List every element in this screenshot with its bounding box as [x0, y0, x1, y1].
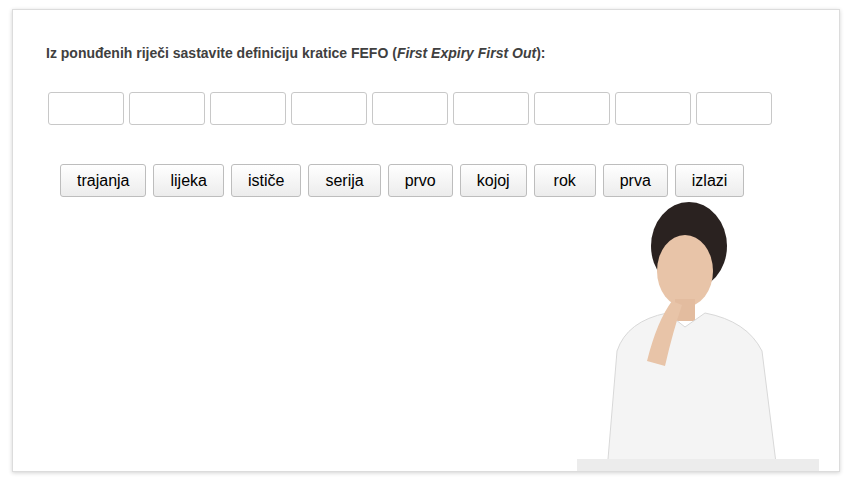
- word-button[interactable]: kojoj: [460, 164, 527, 197]
- word-button[interactable]: ističe: [231, 164, 301, 197]
- answer-slot[interactable]: [48, 92, 124, 125]
- word-button[interactable]: lijeka: [153, 164, 223, 197]
- word-button[interactable]: rok: [534, 164, 596, 197]
- word-button[interactable]: prvo: [388, 164, 453, 197]
- instruction: Iz ponuđenih riječi sastavite definiciju…: [46, 44, 839, 62]
- answer-slot[interactable]: [372, 92, 448, 125]
- answer-slot[interactable]: [210, 92, 286, 125]
- answer-slot[interactable]: [696, 92, 772, 125]
- word-button[interactable]: serija: [308, 164, 380, 197]
- word-bank: trajanjalijekaističeserijaprvokojojrokpr…: [60, 164, 839, 197]
- answer-slot[interactable]: [453, 92, 529, 125]
- answer-slot[interactable]: [534, 92, 610, 125]
- word-button[interactable]: prva: [603, 164, 668, 197]
- answer-slot[interactable]: [615, 92, 691, 125]
- word-button[interactable]: izlazi: [675, 164, 745, 197]
- answer-slot[interactable]: [129, 92, 205, 125]
- answer-slots: [48, 92, 839, 125]
- answer-slot[interactable]: [291, 92, 367, 125]
- word-button[interactable]: trajanja: [60, 164, 146, 197]
- woman-photo: [577, 201, 819, 471]
- exercise-card: Iz ponuđenih riječi sastavite definiciju…: [12, 9, 840, 472]
